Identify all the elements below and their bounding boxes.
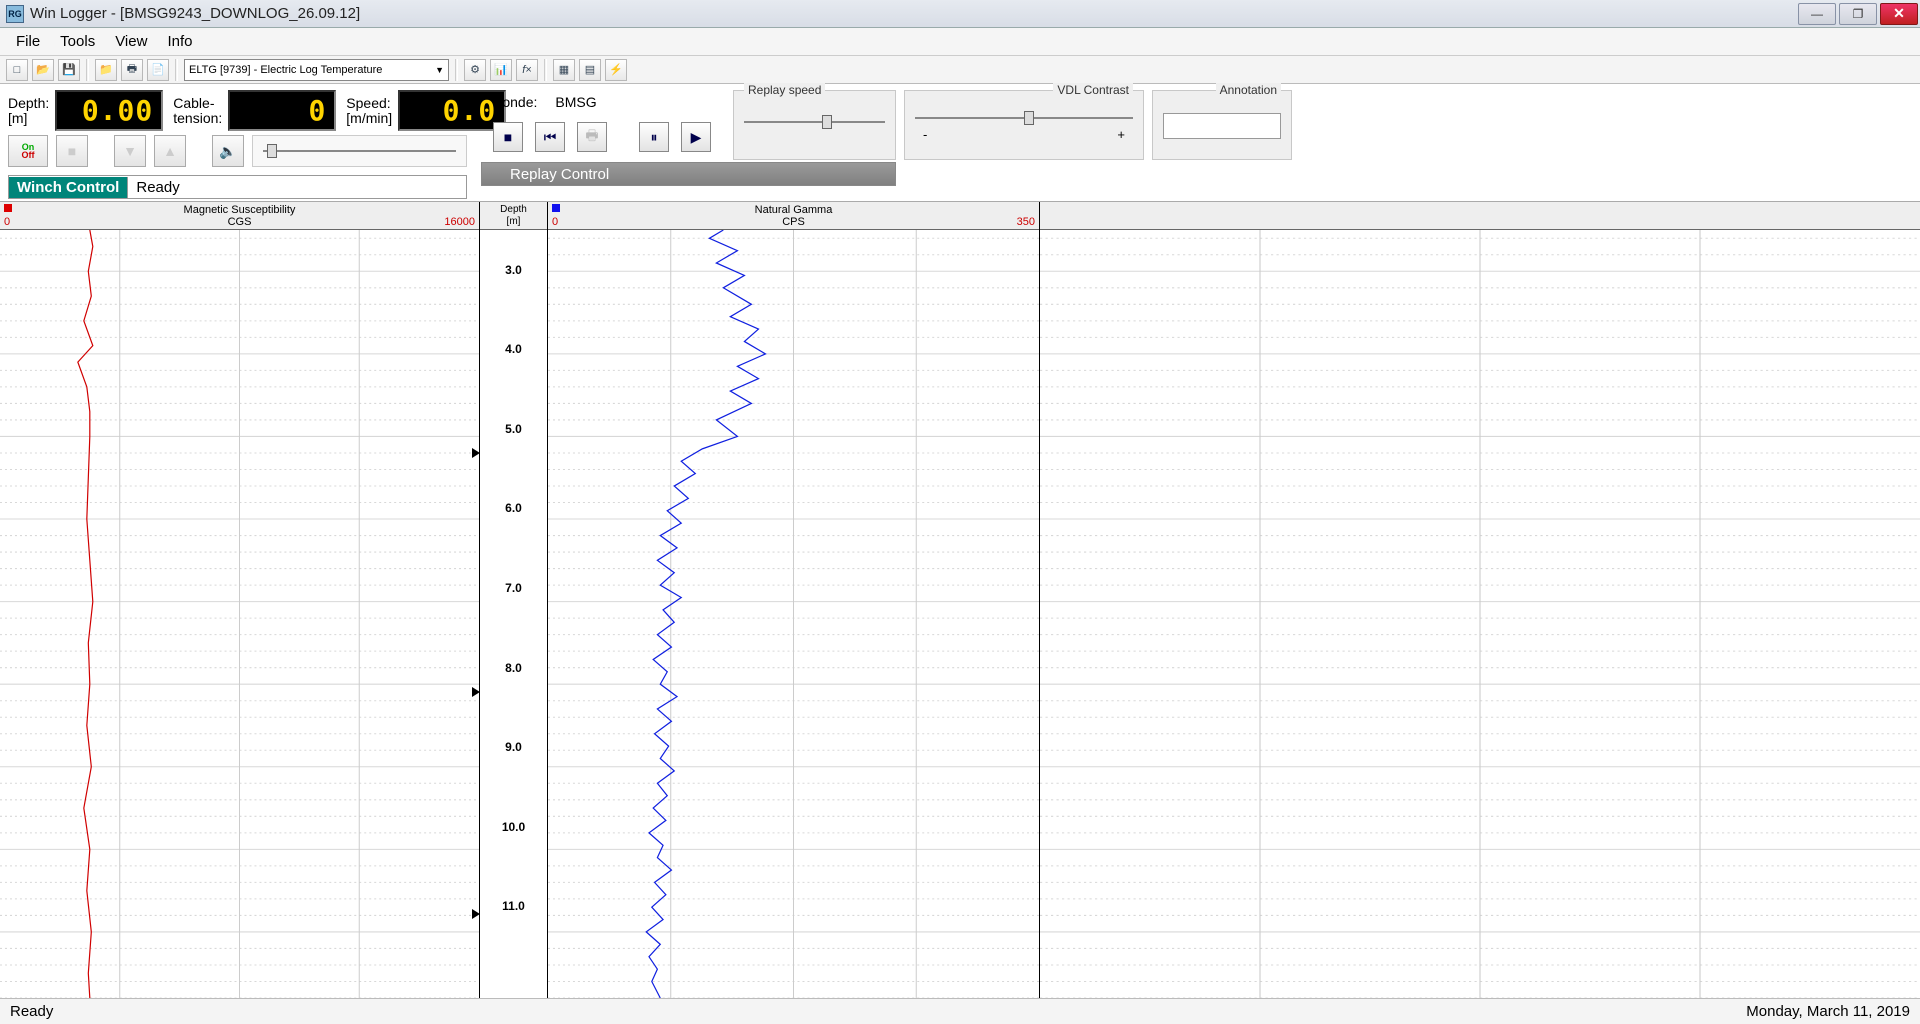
menu-file[interactable]: File <box>6 31 50 52</box>
winch-status: Ready <box>127 177 466 198</box>
vdl-contrast-panel: VDL Contrast -+ <box>904 90 1144 160</box>
combo-value: ELTG [9739] - Electric Log Temperature <box>189 64 382 76</box>
log-tracks: Magnetic Susceptibility CGS 0 16000 Dept… <box>0 201 1920 998</box>
menu-bar: File Tools View Info <box>0 28 1920 56</box>
grid1-icon[interactable]: ▦ <box>553 59 575 81</box>
magsus-color-icon <box>4 204 12 212</box>
depth-readout: Depth:[m] 0.00 <box>8 90 163 131</box>
replay-control-bar: Replay Control <box>481 162 896 186</box>
maximize-button[interactable]: ❐ <box>1839 3 1877 25</box>
replay-print-button[interactable]: 🖶 <box>577 122 607 152</box>
annotation-input[interactable] <box>1163 113 1281 139</box>
track-depth: Depth [m] 3.04.05.06.07.08.09.010.011.0 <box>480 202 548 998</box>
depth-tick: 7.0 <box>480 581 547 595</box>
folder-icon[interactable]: 📁 <box>95 59 117 81</box>
menu-view[interactable]: View <box>105 31 157 52</box>
status-bar: Ready Monday, March 11, 2019 <box>0 998 1920 1024</box>
depth-tick: 5.0 <box>480 422 547 436</box>
depth-marker-icon <box>472 687 480 697</box>
replay-speed-slider[interactable] <box>822 115 832 129</box>
new-icon[interactable]: □ <box>6 59 28 81</box>
track-gamma: Natural Gamma CPS 0 350 <box>548 202 1040 998</box>
depth-value: 0.00 <box>55 90 163 131</box>
sonde-value: BMSG <box>555 94 596 110</box>
open-icon[interactable]: 📂 <box>32 59 54 81</box>
printpreview-icon[interactable]: 📄 <box>147 59 169 81</box>
print-icon[interactable]: 🖶 <box>121 59 143 81</box>
replay-stop-button[interactable]: ■ <box>493 122 523 152</box>
status-left: Ready <box>10 1003 53 1020</box>
replay-rewind-button[interactable]: ⏮ <box>535 122 565 152</box>
depth-tick: 8.0 <box>480 661 547 675</box>
track-magsus: Magnetic Susceptibility CGS 0 16000 <box>0 202 480 998</box>
onoff-button[interactable]: OnOff <box>8 135 48 167</box>
winch-status-bar: Winch Control Ready <box>8 175 467 199</box>
vdl-slider[interactable] <box>1024 111 1034 125</box>
tension-value: 0 <box>228 90 336 131</box>
replay-pause-button[interactable]: ⏸ <box>639 122 669 152</box>
depth-tick: 9.0 <box>480 740 547 754</box>
depth-tick: 4.0 <box>480 342 547 356</box>
settings-icon[interactable]: ⚙ <box>464 59 486 81</box>
annotation-panel: Annotation <box>1152 90 1292 160</box>
replay-play-button[interactable]: ▶ <box>681 122 711 152</box>
track-blank <box>1040 202 1920 998</box>
tension-readout: Cable-tension: 0 <box>173 90 336 131</box>
menu-info[interactable]: Info <box>157 31 202 52</box>
titlebar: RG Win Logger - [BMSG9243_DOWNLOG_26.09.… <box>0 0 1920 28</box>
up-button[interactable]: ▲ <box>154 135 186 167</box>
chevron-down-icon: ▼ <box>435 65 444 75</box>
sound-button[interactable]: 🔈 <box>212 135 244 167</box>
save-icon[interactable]: 💾 <box>58 59 80 81</box>
flash-icon[interactable]: ⚡ <box>605 59 627 81</box>
depth-tick: 11.0 <box>480 899 547 913</box>
minimize-button[interactable]: — <box>1798 3 1836 25</box>
gamma-color-icon <box>552 204 560 212</box>
winch-control-label: Winch Control <box>9 177 127 198</box>
sonde-field: Sonde:BMSG <box>481 90 723 114</box>
winch-slider[interactable] <box>252 135 467 167</box>
menu-tools[interactable]: Tools <box>50 31 105 52</box>
depth-tick: 6.0 <box>480 501 547 515</box>
depth-marker-icon <box>472 909 480 919</box>
toolbar: □ 📂 💾 📁 🖶 📄 ELTG [9739] - Electric Log T… <box>0 56 1920 84</box>
status-date: Monday, March 11, 2019 <box>1746 1003 1910 1020</box>
log-type-combo[interactable]: ELTG [9739] - Electric Log Temperature ▼ <box>184 59 449 81</box>
down-button[interactable]: ▼ <box>114 135 146 167</box>
depth-marker-icon <box>472 448 480 458</box>
depth-tick: 3.0 <box>480 263 547 277</box>
stop-button[interactable]: ■ <box>56 135 88 167</box>
chart-icon[interactable]: 📊 <box>490 59 512 81</box>
app-icon: RG <box>6 5 24 23</box>
window-title: Win Logger - [BMSG9243_DOWNLOG_26.09.12] <box>30 5 1798 22</box>
replay-speed-panel: Replay speed <box>733 90 896 160</box>
fx-icon[interactable]: f× <box>516 59 538 81</box>
depth-tick: 10.0 <box>480 820 547 834</box>
close-button[interactable]: ✕ <box>1880 3 1918 25</box>
grid2-icon[interactable]: ▤ <box>579 59 601 81</box>
